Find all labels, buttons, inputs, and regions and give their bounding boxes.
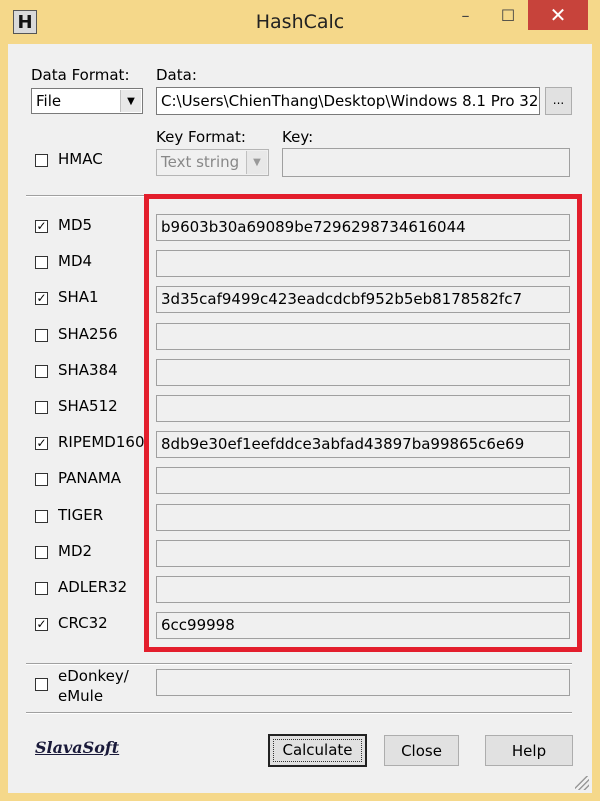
red-highlight-box xyxy=(144,194,582,652)
close-button[interactable]: Close xyxy=(384,735,459,766)
slavasoft-logo: SlavaSoft xyxy=(35,738,120,757)
sha512-label: SHA512 xyxy=(58,397,118,415)
md2-label: MD2 xyxy=(58,542,93,560)
md2-checkbox[interactable] xyxy=(35,546,48,559)
sha256-checkbox[interactable] xyxy=(35,329,48,342)
data-label: Data: xyxy=(156,66,197,84)
edonkey-label-line1: eDonkey/ xyxy=(58,667,129,685)
title-bar: H HashCalc – ☐ ✕ xyxy=(0,0,600,44)
edonkey-output xyxy=(156,669,570,696)
browse-button[interactable]: ... xyxy=(545,87,572,115)
md5-checkbox[interactable]: ✓ xyxy=(35,220,48,233)
panama-label: PANAMA xyxy=(58,469,122,487)
key-format-label: Key Format: xyxy=(156,128,246,146)
close-window-button[interactable]: ✕ xyxy=(528,0,588,30)
hmac-label: HMAC xyxy=(58,150,103,168)
focus-rect xyxy=(273,739,362,762)
sha384-label: SHA384 xyxy=(58,361,118,379)
sha256-label: SHA256 xyxy=(58,325,118,343)
minimize-button[interactable]: – xyxy=(443,0,488,30)
sha512-checkbox[interactable] xyxy=(35,401,48,414)
maximize-button[interactable]: ☐ xyxy=(488,0,528,30)
data-format-select[interactable]: File ▼ xyxy=(31,88,143,114)
md5-label: MD5 xyxy=(58,216,93,234)
md4-label: MD4 xyxy=(58,252,93,270)
ripemd160-label: RIPEMD160 xyxy=(58,433,144,451)
edonkey-label-line2: eMule xyxy=(58,687,104,705)
hmac-checkbox[interactable] xyxy=(35,154,48,167)
adler32-label: ADLER32 xyxy=(58,578,128,596)
sha1-checkbox[interactable]: ✓ xyxy=(35,292,48,305)
separator-bottom xyxy=(26,663,572,665)
resize-grip-icon[interactable] xyxy=(575,776,589,790)
md4-checkbox[interactable] xyxy=(35,256,48,269)
separator-footer xyxy=(26,712,572,714)
ripemd160-checkbox[interactable]: ✓ xyxy=(35,437,48,450)
data-format-label: Data Format: xyxy=(31,66,130,84)
adler32-checkbox[interactable] xyxy=(35,582,48,595)
crc32-label: CRC32 xyxy=(58,614,108,632)
tiger-label: TIGER xyxy=(58,506,104,524)
key-format-value: Text string xyxy=(161,153,240,171)
help-button[interactable]: Help xyxy=(485,735,573,766)
key-format-select[interactable]: Text string ▼ xyxy=(156,149,269,176)
panama-checkbox[interactable] xyxy=(35,473,48,486)
sha1-label: SHA1 xyxy=(58,288,99,306)
key-label: Key: xyxy=(282,128,314,146)
chevron-down-icon: ▼ xyxy=(246,151,267,174)
edonkey-label: eDonkey/ eMule xyxy=(58,666,129,706)
data-format-value: File xyxy=(36,92,62,110)
sha384-checkbox[interactable] xyxy=(35,365,48,378)
tiger-checkbox[interactable] xyxy=(35,510,48,523)
crc32-checkbox[interactable]: ✓ xyxy=(35,618,48,631)
dialog-client: Data Format: File ▼ Data: C:\Users\Chien… xyxy=(8,44,592,793)
edonkey-checkbox[interactable] xyxy=(35,678,48,691)
chevron-down-icon: ▼ xyxy=(120,90,141,112)
calculate-button[interactable]: Calculate xyxy=(268,734,367,767)
data-input[interactable]: C:\Users\ChienThang\Desktop\Windows 8.1 … xyxy=(156,87,540,115)
key-input[interactable] xyxy=(282,148,570,177)
